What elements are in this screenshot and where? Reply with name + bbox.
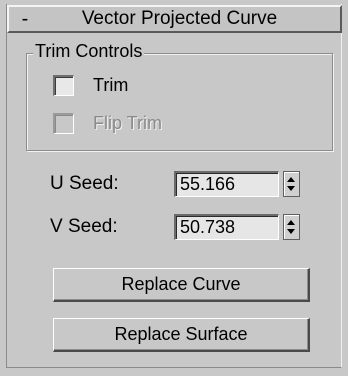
spinner-down-icon[interactable] — [287, 186, 295, 191]
trim-controls-label: Trim Controls — [33, 40, 145, 62]
u-seed-row: U Seed: 55.166 — [50, 171, 300, 197]
replace-surface-button[interactable]: Replace Surface — [53, 318, 310, 352]
trim-label: Trim — [93, 75, 129, 95]
v-seed-spinner[interactable] — [283, 214, 300, 240]
flip-trim-checkbox — [53, 113, 74, 134]
trim-checkbox[interactable] — [53, 75, 74, 96]
spinner-up-icon[interactable] — [287, 177, 295, 182]
v-seed-row: V Seed: 50.738 — [50, 214, 300, 240]
trim-checkbox-row[interactable]: Trim — [53, 75, 128, 96]
v-seed-label: V Seed: — [50, 216, 118, 237]
spinner-down-icon[interactable] — [287, 229, 295, 234]
u-seed-label: U Seed: — [50, 173, 119, 194]
u-seed-input[interactable]: 55.166 — [174, 171, 279, 197]
rollout-title: Vector Projected Curve — [81, 8, 278, 29]
trim-controls-group — [26, 53, 333, 151]
replace-curve-button[interactable]: Replace Curve — [53, 268, 310, 302]
u-seed-spinner[interactable] — [283, 171, 300, 197]
collapse-icon[interactable]: - — [13, 9, 37, 29]
spinner-up-icon[interactable] — [287, 220, 295, 225]
flip-trim-checkbox-row: Flip Trim — [53, 113, 162, 134]
flip-trim-label: Flip Trim — [93, 113, 162, 133]
rollout-header[interactable]: - Vector Projected Curve — [7, 5, 342, 33]
v-seed-input[interactable]: 50.738 — [174, 214, 279, 240]
